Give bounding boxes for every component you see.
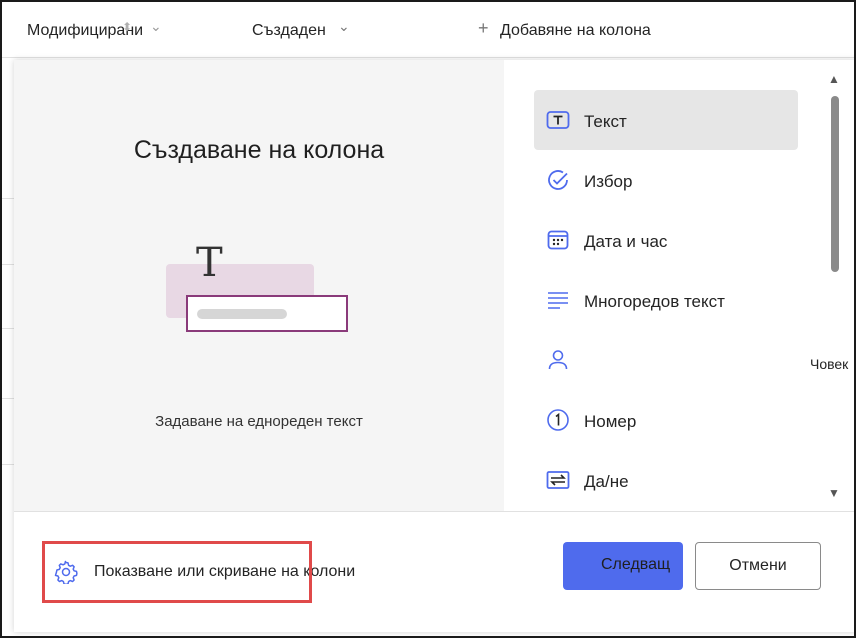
type-label: Текст	[584, 112, 627, 131]
list-divider	[2, 198, 14, 199]
type-label: Избор	[584, 172, 633, 191]
text-icon	[546, 111, 570, 129]
dialog-footer: Показване или скриване на колони Следващ…	[14, 511, 854, 632]
person-icon	[548, 350, 568, 370]
preview-panel: Създаване на колона T Задаване на едноре…	[14, 60, 504, 511]
sort-icon: ⬍	[122, 20, 133, 34]
type-label: Многоредов текст	[584, 292, 725, 311]
check-circle-icon	[548, 170, 568, 190]
column-type-list: Текст Избор Дата и час Многоредов текст …	[534, 90, 798, 511]
type-item-person[interactable]	[534, 330, 798, 390]
calendar-icon	[547, 230, 569, 250]
type-item-choice[interactable]: Избор	[534, 150, 798, 210]
cancel-button[interactable]: Отмени	[695, 542, 821, 590]
scroll-up-icon[interactable]: ▲	[828, 72, 840, 86]
type-item-text[interactable]: Текст	[534, 90, 798, 150]
create-column-dialog: Създаване на колона T Задаване на едноре…	[14, 60, 854, 632]
type-item-number[interactable]: Номер	[534, 390, 798, 450]
list-divider	[2, 464, 14, 465]
column-created[interactable]: Създаден	[252, 22, 326, 40]
type-label: Номер	[584, 412, 637, 431]
next-button-label: Следващ	[601, 556, 671, 573]
list-divider	[2, 264, 14, 265]
chevron-down-icon[interactable]: ⌄	[150, 18, 162, 35]
chevron-down-icon[interactable]: ⌄	[338, 18, 350, 35]
scroll-thumb[interactable]	[831, 96, 839, 272]
window: Модифицирани ⬍ ⌄ Създаден ⌄ + Добавяне н…	[0, 0, 856, 638]
type-label: Да/не	[584, 472, 629, 491]
plus-icon[interactable]: +	[478, 18, 489, 39]
type-label: Дата и час	[584, 232, 668, 251]
text-field-illustration	[186, 295, 348, 332]
list-column-header: Модифицирани ⬍ ⌄ Създаден ⌄ + Добавяне н…	[2, 2, 854, 58]
preview-description: Задаване на еднореден текст	[155, 413, 363, 430]
dialog-title: Създаване на колона	[133, 136, 385, 164]
highlight-annotation	[42, 541, 312, 603]
multiline-text-icon	[548, 292, 568, 309]
text-glyph-icon: T	[196, 240, 223, 286]
list-divider	[2, 328, 14, 329]
type-item-yes-no[interactable]: Да/не	[534, 450, 798, 510]
add-column-button[interactable]: Добавяне на колона	[500, 22, 651, 40]
number-icon	[547, 409, 569, 431]
list-divider	[2, 398, 14, 399]
type-item-multiline[interactable]: Многоредов текст	[534, 270, 798, 330]
scroll-down-icon[interactable]: ▼	[828, 486, 840, 500]
next-button[interactable]: Следващ	[563, 542, 683, 590]
yes-no-icon	[546, 471, 570, 489]
text-column-illustration: T	[166, 240, 356, 338]
type-list-scrollbar[interactable]: ▲ ▼	[827, 68, 843, 508]
type-item-datetime[interactable]: Дата и час	[534, 210, 798, 270]
